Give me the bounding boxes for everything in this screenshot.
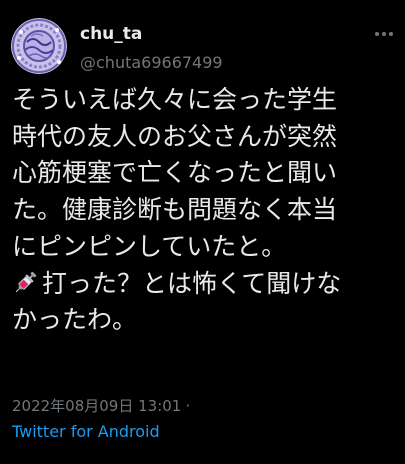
tweet-meta: 2022年08月09日 13:01 · (12, 395, 190, 416)
tweet-text: そういえば久々に会った学生 時代の友人のお父さんが突然 心筋梗塞で亡くなったと聞… (12, 82, 402, 339)
tweet-source-link[interactable]: Twitter for Android (12, 422, 160, 441)
tweet-text-line: にピンピンしていたと。 (12, 231, 287, 261)
author-display-name[interactable]: chu_ta (80, 24, 142, 44)
more-options-button[interactable] (372, 22, 396, 46)
tweet-text-line: かったわ。 (12, 305, 138, 335)
tweet-text-line: 打った？とは怖くて聞けな (42, 268, 342, 298)
author-handle[interactable]: @chuta69667499 (80, 53, 223, 72)
tweet-text-line: た。健康診断も問題なく本当 (12, 195, 338, 225)
tweet-timestamp[interactable]: 2022年08月09日 13:01 (12, 397, 181, 415)
tweet-text-line: 時代の友人のお父さんが突然 (12, 121, 338, 151)
syringe-icon (12, 268, 40, 296)
tweet-text-line: そういえば久々に会った学生 (12, 85, 338, 114)
meta-separator: · (185, 397, 191, 415)
circular-lace-pattern-avatar-icon (11, 18, 67, 74)
author-avatar[interactable] (11, 18, 67, 74)
more-dots-icon (375, 32, 393, 36)
tweet: chu_ta @chuta69667499 そういえば久々に会った学生 時代の友… (0, 0, 405, 464)
tweet-text-line-with-emoji: 打った？とは怖くて聞けな (12, 266, 402, 303)
tweet-text-line: 心筋梗塞で亡くなったと聞い (12, 158, 338, 188)
